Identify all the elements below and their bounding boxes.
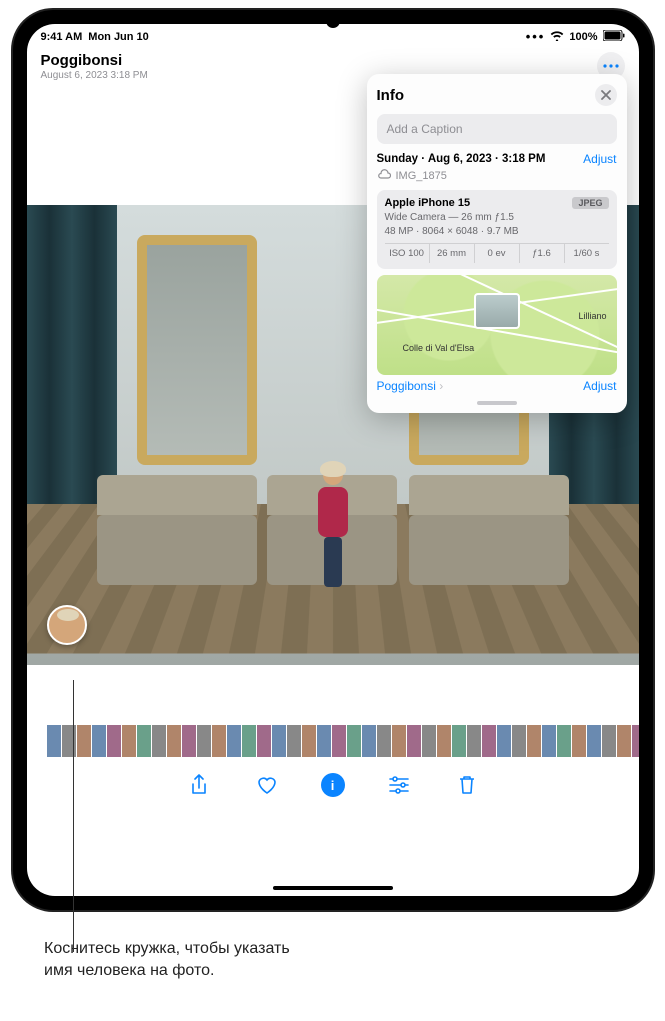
home-indicator[interactable] <box>273 886 393 890</box>
caption-input[interactable]: Add a Caption <box>377 114 617 144</box>
share-button[interactable] <box>185 771 213 799</box>
info-panel: Info Add a Caption Sunday · Aug 6, 2023 … <box>367 74 627 413</box>
exif-row: ISO 100 26 mm 0 ev ƒ1.6 1/60 s <box>385 243 609 263</box>
cloud-icon <box>377 169 391 182</box>
delete-button[interactable] <box>453 771 481 799</box>
exif-shutter: 1/60 s <box>565 244 609 263</box>
location-title: Poggibonsi <box>41 52 148 69</box>
wifi-icon <box>550 30 564 44</box>
exif-aperture: ƒ1.6 <box>520 244 565 263</box>
screen: 9:41 AM Mon Jun 10 100% Poggibonsi Augus… <box>27 24 639 896</box>
adjust-datetime-button[interactable]: Adjust <box>583 152 616 166</box>
exif-focal: 26 mm <box>430 244 475 263</box>
panel-grabber[interactable] <box>477 401 517 405</box>
location-map[interactable]: Colle di Val d'Elsa Lilliano <box>377 275 617 375</box>
adjust-location-button[interactable]: Adjust <box>583 379 616 393</box>
camera-device: Apple iPhone 15 <box>385 197 471 209</box>
photo-date-subtitle: August 6, 2023 3:18 PM <box>41 70 148 81</box>
callout-leader-line <box>73 680 74 952</box>
location-link[interactable]: Poggibonsi <box>377 379 444 393</box>
info-button[interactable]: i <box>321 773 345 797</box>
close-button[interactable] <box>595 84 617 106</box>
info-heading: Info <box>377 87 405 104</box>
exif-ev: 0 ev <box>475 244 520 263</box>
format-badge: JPEG <box>572 197 608 209</box>
exif-iso: ISO 100 <box>385 244 430 263</box>
camera-info-box: Apple iPhone 15 JPEG Wide Camera — 26 mm… <box>377 190 617 269</box>
info-filename: IMG_1875 <box>396 170 447 182</box>
person-tag-circle[interactable] <box>47 605 87 645</box>
camera-notch <box>326 14 340 28</box>
multitask-indicator <box>526 30 546 45</box>
ipad-frame: 9:41 AM Mon Jun 10 100% Poggibonsi Augus… <box>13 10 653 910</box>
callout-caption: Коснитесь кружка, чтобы указать имя чело… <box>44 938 464 981</box>
status-date: Mon Jun 10 <box>88 31 149 43</box>
status-battery-pct: 100% <box>569 31 597 43</box>
favorite-button[interactable] <box>253 771 281 799</box>
info-datetime: Sunday · Aug 6, 2023 · 3:18 PM <box>377 153 546 165</box>
map-label-2: Lilliano <box>578 311 606 321</box>
thumbnail-strip[interactable] <box>27 725 639 757</box>
map-label-1: Colle di Val d'Elsa <box>403 343 475 353</box>
bottom-toolbar: i <box>27 771 639 799</box>
specs-info: 48 MP · 8064 × 6048 · 9.7 MB <box>385 226 609 237</box>
edit-button[interactable] <box>385 771 413 799</box>
map-photo-pin <box>474 293 520 329</box>
battery-icon <box>603 30 625 44</box>
status-time: 9:41 AM <box>41 31 83 43</box>
lens-info: Wide Camera — 26 mm ƒ1.5 <box>385 212 609 223</box>
